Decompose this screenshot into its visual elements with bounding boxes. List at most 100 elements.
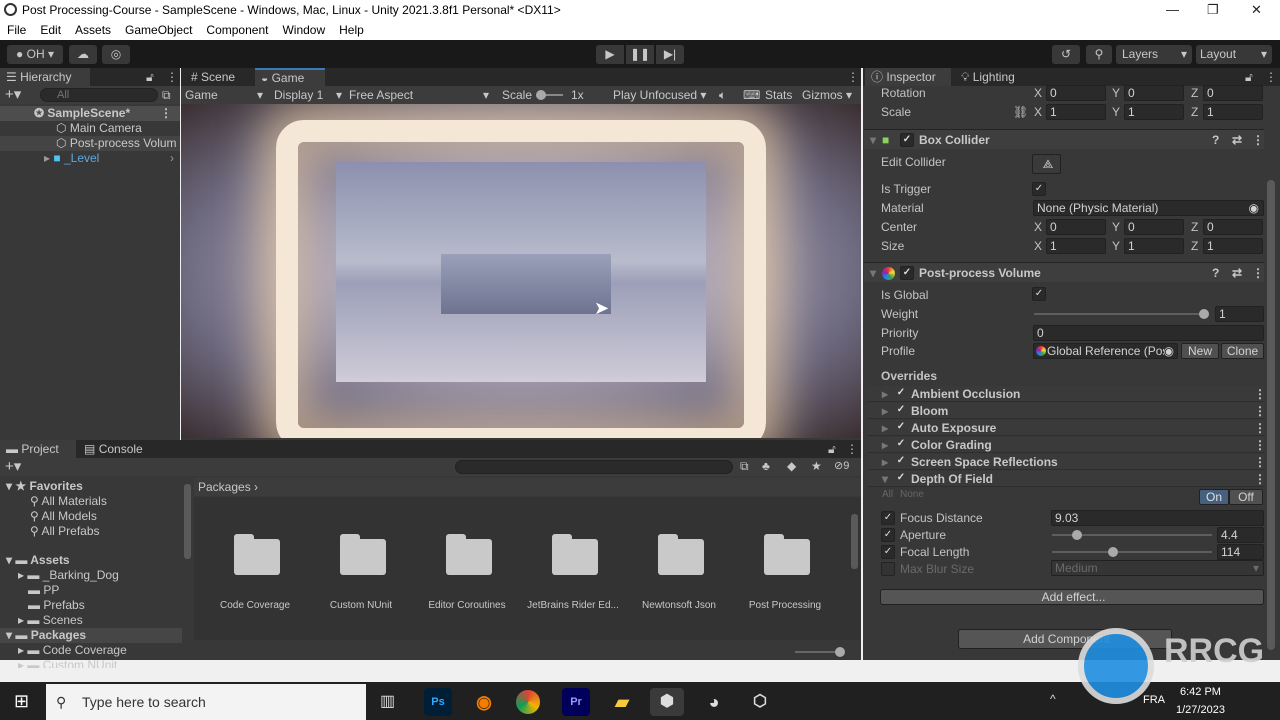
- override-checkbox[interactable]: ✓: [894, 421, 908, 435]
- tab-project[interactable]: ▬ Project: [0, 440, 76, 458]
- tree-asset-folder[interactable]: ▬ PP: [0, 583, 182, 598]
- size-z[interactable]: 1: [1203, 238, 1263, 254]
- search-button[interactable]: ⚲: [1086, 45, 1112, 64]
- lock-icon[interactable]: 🔓︎: [828, 442, 836, 457]
- focal-length-checkbox[interactable]: ✓: [881, 545, 895, 559]
- menu-component[interactable]: Component: [199, 20, 275, 40]
- help-icon[interactable]: ?: [1212, 130, 1219, 150]
- tab-console[interactable]: ▤ Console: [78, 440, 158, 458]
- menu-help[interactable]: Help: [332, 20, 371, 40]
- hierarchy-item-scene[interactable]: ✪ SampleScene* ⋮: [0, 106, 180, 121]
- clock-date[interactable]: 1/27/2023: [1176, 704, 1225, 716]
- rotation-x[interactable]: 0: [1046, 85, 1106, 101]
- center-x[interactable]: 0: [1046, 219, 1106, 235]
- size-y[interactable]: 1: [1124, 238, 1184, 254]
- more-icon[interactable]: ⋮: [1254, 454, 1266, 470]
- more-icon[interactable]: ⋮: [1252, 263, 1264, 283]
- lock-icon[interactable]: 🔓︎: [146, 70, 154, 85]
- folder-icon[interactable]: [764, 534, 810, 575]
- play-button[interactable]: ▶: [596, 45, 624, 64]
- pause-button[interactable]: ❚❚: [626, 45, 654, 64]
- help-icon[interactable]: ?: [1212, 263, 1219, 283]
- folder-icon[interactable]: [446, 534, 492, 575]
- tree-package-folder[interactable]: ▸ ▬ Custom NUnit: [0, 658, 182, 668]
- tree-favorite-item[interactable]: ⚲ All Prefabs: [0, 524, 182, 539]
- hierarchy-item-main-camera[interactable]: ⬡ Main Camera: [0, 121, 180, 136]
- rotation-y[interactable]: 0: [1124, 85, 1184, 101]
- focus-distance-field[interactable]: 9.03: [1051, 510, 1264, 526]
- folder-icon[interactable]: [658, 534, 704, 575]
- dof-off-toggle[interactable]: Off: [1229, 489, 1263, 505]
- search-by-type-icon[interactable]: ⧉: [740, 459, 749, 474]
- box-collider-enabled-checkbox[interactable]: ✓: [900, 133, 914, 147]
- clock-time[interactable]: 6:42 PM: [1180, 686, 1221, 698]
- tree-asset-folder[interactable]: ▸ ▬ _Barking_Dog: [0, 568, 182, 583]
- windows-start-icon[interactable]: ⊞: [14, 691, 29, 712]
- favorite-icon[interactable]: ★: [811, 459, 822, 473]
- tab-game[interactable]: ◒ Game: [255, 68, 325, 86]
- profile-field[interactable]: Global Reference (Pos ◉: [1033, 343, 1178, 359]
- scale-slider[interactable]: [536, 90, 563, 100]
- unity-editor-icon[interactable]: ⬡: [746, 688, 774, 716]
- scale-x[interactable]: 1: [1046, 104, 1106, 120]
- center-y[interactable]: 0: [1124, 219, 1184, 235]
- focal-length-slider[interactable]: [1052, 547, 1212, 557]
- create-button[interactable]: +▾: [5, 458, 21, 476]
- tree-favorite-item[interactable]: ⚲ All Models: [0, 509, 182, 524]
- folder-icon[interactable]: [340, 534, 386, 575]
- override-screen-space-reflections[interactable]: ▸ ✓ Screen Space Reflections ⋮: [868, 454, 1266, 470]
- package-item[interactable]: JetBrains Rider Ed...: [520, 600, 626, 611]
- rotation-z[interactable]: 0: [1203, 85, 1263, 101]
- menu-gameobject[interactable]: GameObject: [118, 20, 199, 40]
- hierarchy-item-post-process-volume[interactable]: ⬡ Post-process Volum: [0, 136, 180, 151]
- tree-package-folder[interactable]: ▸ ▬ Code Coverage: [0, 643, 182, 658]
- package-item[interactable]: Editor Coroutines: [414, 600, 520, 611]
- gizmos-dropdown[interactable]: Gizmos ▾: [802, 86, 852, 104]
- scale-y[interactable]: 1: [1124, 104, 1184, 120]
- mute-audio-icon[interactable]: 🔈︎: [719, 86, 726, 104]
- file-explorer-icon[interactable]: ▰: [608, 688, 636, 716]
- weight-slider-handle[interactable]: [1199, 309, 1209, 319]
- stats-button[interactable]: Stats: [765, 86, 792, 104]
- is-global-checkbox[interactable]: ✓: [1032, 287, 1046, 301]
- max-blur-dropdown[interactable]: Medium ▾: [1051, 560, 1264, 576]
- volume-enabled-checkbox[interactable]: ✓: [900, 266, 914, 280]
- blender-icon[interactable]: ◉: [470, 688, 498, 716]
- language-indicator[interactable]: FRA: [1143, 694, 1165, 706]
- more-icon[interactable]: ⋮: [1252, 130, 1264, 150]
- hidden-packages-count[interactable]: ⊘9: [834, 459, 849, 472]
- premiere-icon[interactable]: Pr: [562, 688, 590, 716]
- constrain-proportions-icon[interactable]: ⛓: [1013, 104, 1028, 120]
- override-checkbox[interactable]: ✓: [894, 455, 908, 469]
- taskbar-search[interactable]: ⚲ Type here to search: [46, 684, 366, 720]
- label-icon[interactable]: ◆: [787, 459, 796, 473]
- more-icon[interactable]: ⋮: [847, 70, 859, 84]
- minimize-button[interactable]: —: [1166, 0, 1179, 20]
- play-mode-dropdown[interactable]: Play Unfocused ▾: [613, 86, 713, 104]
- presets-icon[interactable]: ⇄: [1232, 263, 1242, 283]
- tab-scene[interactable]: # Scene: [185, 68, 255, 86]
- menu-assets[interactable]: Assets: [68, 20, 118, 40]
- unity-hub-icon[interactable]: ⬢: [650, 688, 684, 716]
- priority-field[interactable]: 0: [1033, 325, 1264, 341]
- more-icon[interactable]: ⋮: [1254, 471, 1266, 487]
- focus-distance-checkbox[interactable]: ✓: [881, 511, 895, 525]
- grid-scrollbar[interactable]: [851, 514, 858, 569]
- lock-icon[interactable]: 🔓︎: [1245, 70, 1253, 85]
- more-icon[interactable]: ⋮: [166, 70, 178, 84]
- tab-lighting[interactable]: 💡︎ Lighting: [955, 68, 1035, 86]
- cloud-button[interactable]: ☁: [69, 45, 97, 64]
- presets-icon[interactable]: ⇄: [1232, 130, 1242, 150]
- game-view-render[interactable]: ➤: [181, 104, 861, 438]
- folder-icon[interactable]: [234, 534, 280, 575]
- aspect-dropdown[interactable]: Free Aspect ▾: [349, 86, 493, 104]
- tab-inspector[interactable]: ⓘ Inspector: [865, 68, 951, 86]
- hierarchy-search-input[interactable]: [40, 88, 158, 102]
- weight-slider[interactable]: [1034, 309, 1209, 319]
- material-field[interactable]: None (Physic Material) ◉: [1033, 200, 1264, 216]
- override-checkbox[interactable]: ✓: [894, 472, 908, 486]
- menu-edit[interactable]: Edit: [33, 20, 68, 40]
- object-picker-icon[interactable]: ◉: [1163, 344, 1174, 358]
- more-icon[interactable]: ⋮: [1265, 70, 1277, 84]
- aperture-slider-handle[interactable]: [1072, 530, 1082, 540]
